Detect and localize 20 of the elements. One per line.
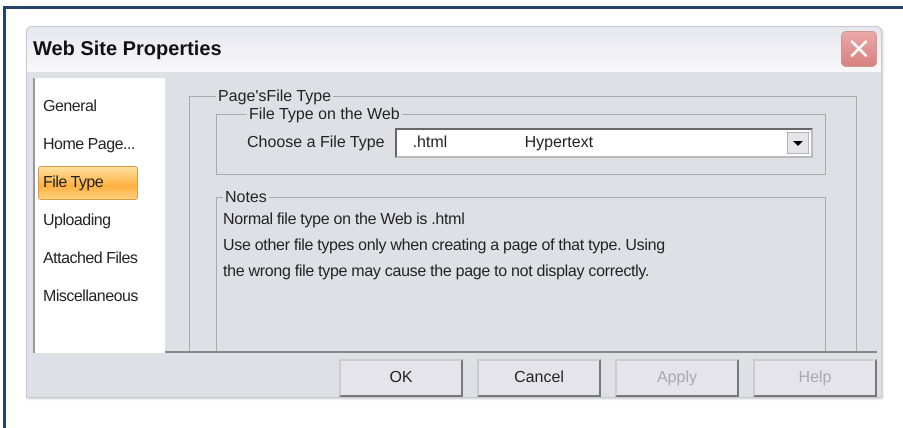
dropdown-extension: .html <box>412 134 448 152</box>
notes-text: the wrong file type may cause the page to not display correctly. <box>223 262 650 282</box>
dialog-button[interactable]: Cancel <box>477 359 601 397</box>
sidebar-item[interactable]: File Type <box>38 166 138 200</box>
sidebar-item[interactable]: Uploading <box>38 202 116 240</box>
sidebar-item[interactable]: Miscellaneous <box>38 278 143 316</box>
dropdown-arrow-icon[interactable] <box>787 132 809 154</box>
dialog-button[interactable]: OK <box>339 359 463 397</box>
notes-text: Use other file types only when creating a page of that type. Using <box>223 236 666 256</box>
dropdown-description: Hypertext <box>524 134 594 152</box>
group-title: Notes <box>224 188 268 207</box>
file-type-dropdown[interactable]: .html Hypertext <box>394 128 813 158</box>
notes-text: Normal file type on the Web is .html <box>223 210 466 230</box>
field-label: Choose a File Type <box>247 134 385 152</box>
sidebar-item[interactable]: General <box>38 88 102 126</box>
group-title: File Type on the Web <box>248 106 401 124</box>
sidebar-item[interactable]: Home Page... <box>38 126 140 164</box>
sidebar-item[interactable]: Attached Files <box>38 240 142 278</box>
window-title: Web Site Properties <box>33 38 222 61</box>
group-title: Page'sFile Type <box>217 88 332 106</box>
